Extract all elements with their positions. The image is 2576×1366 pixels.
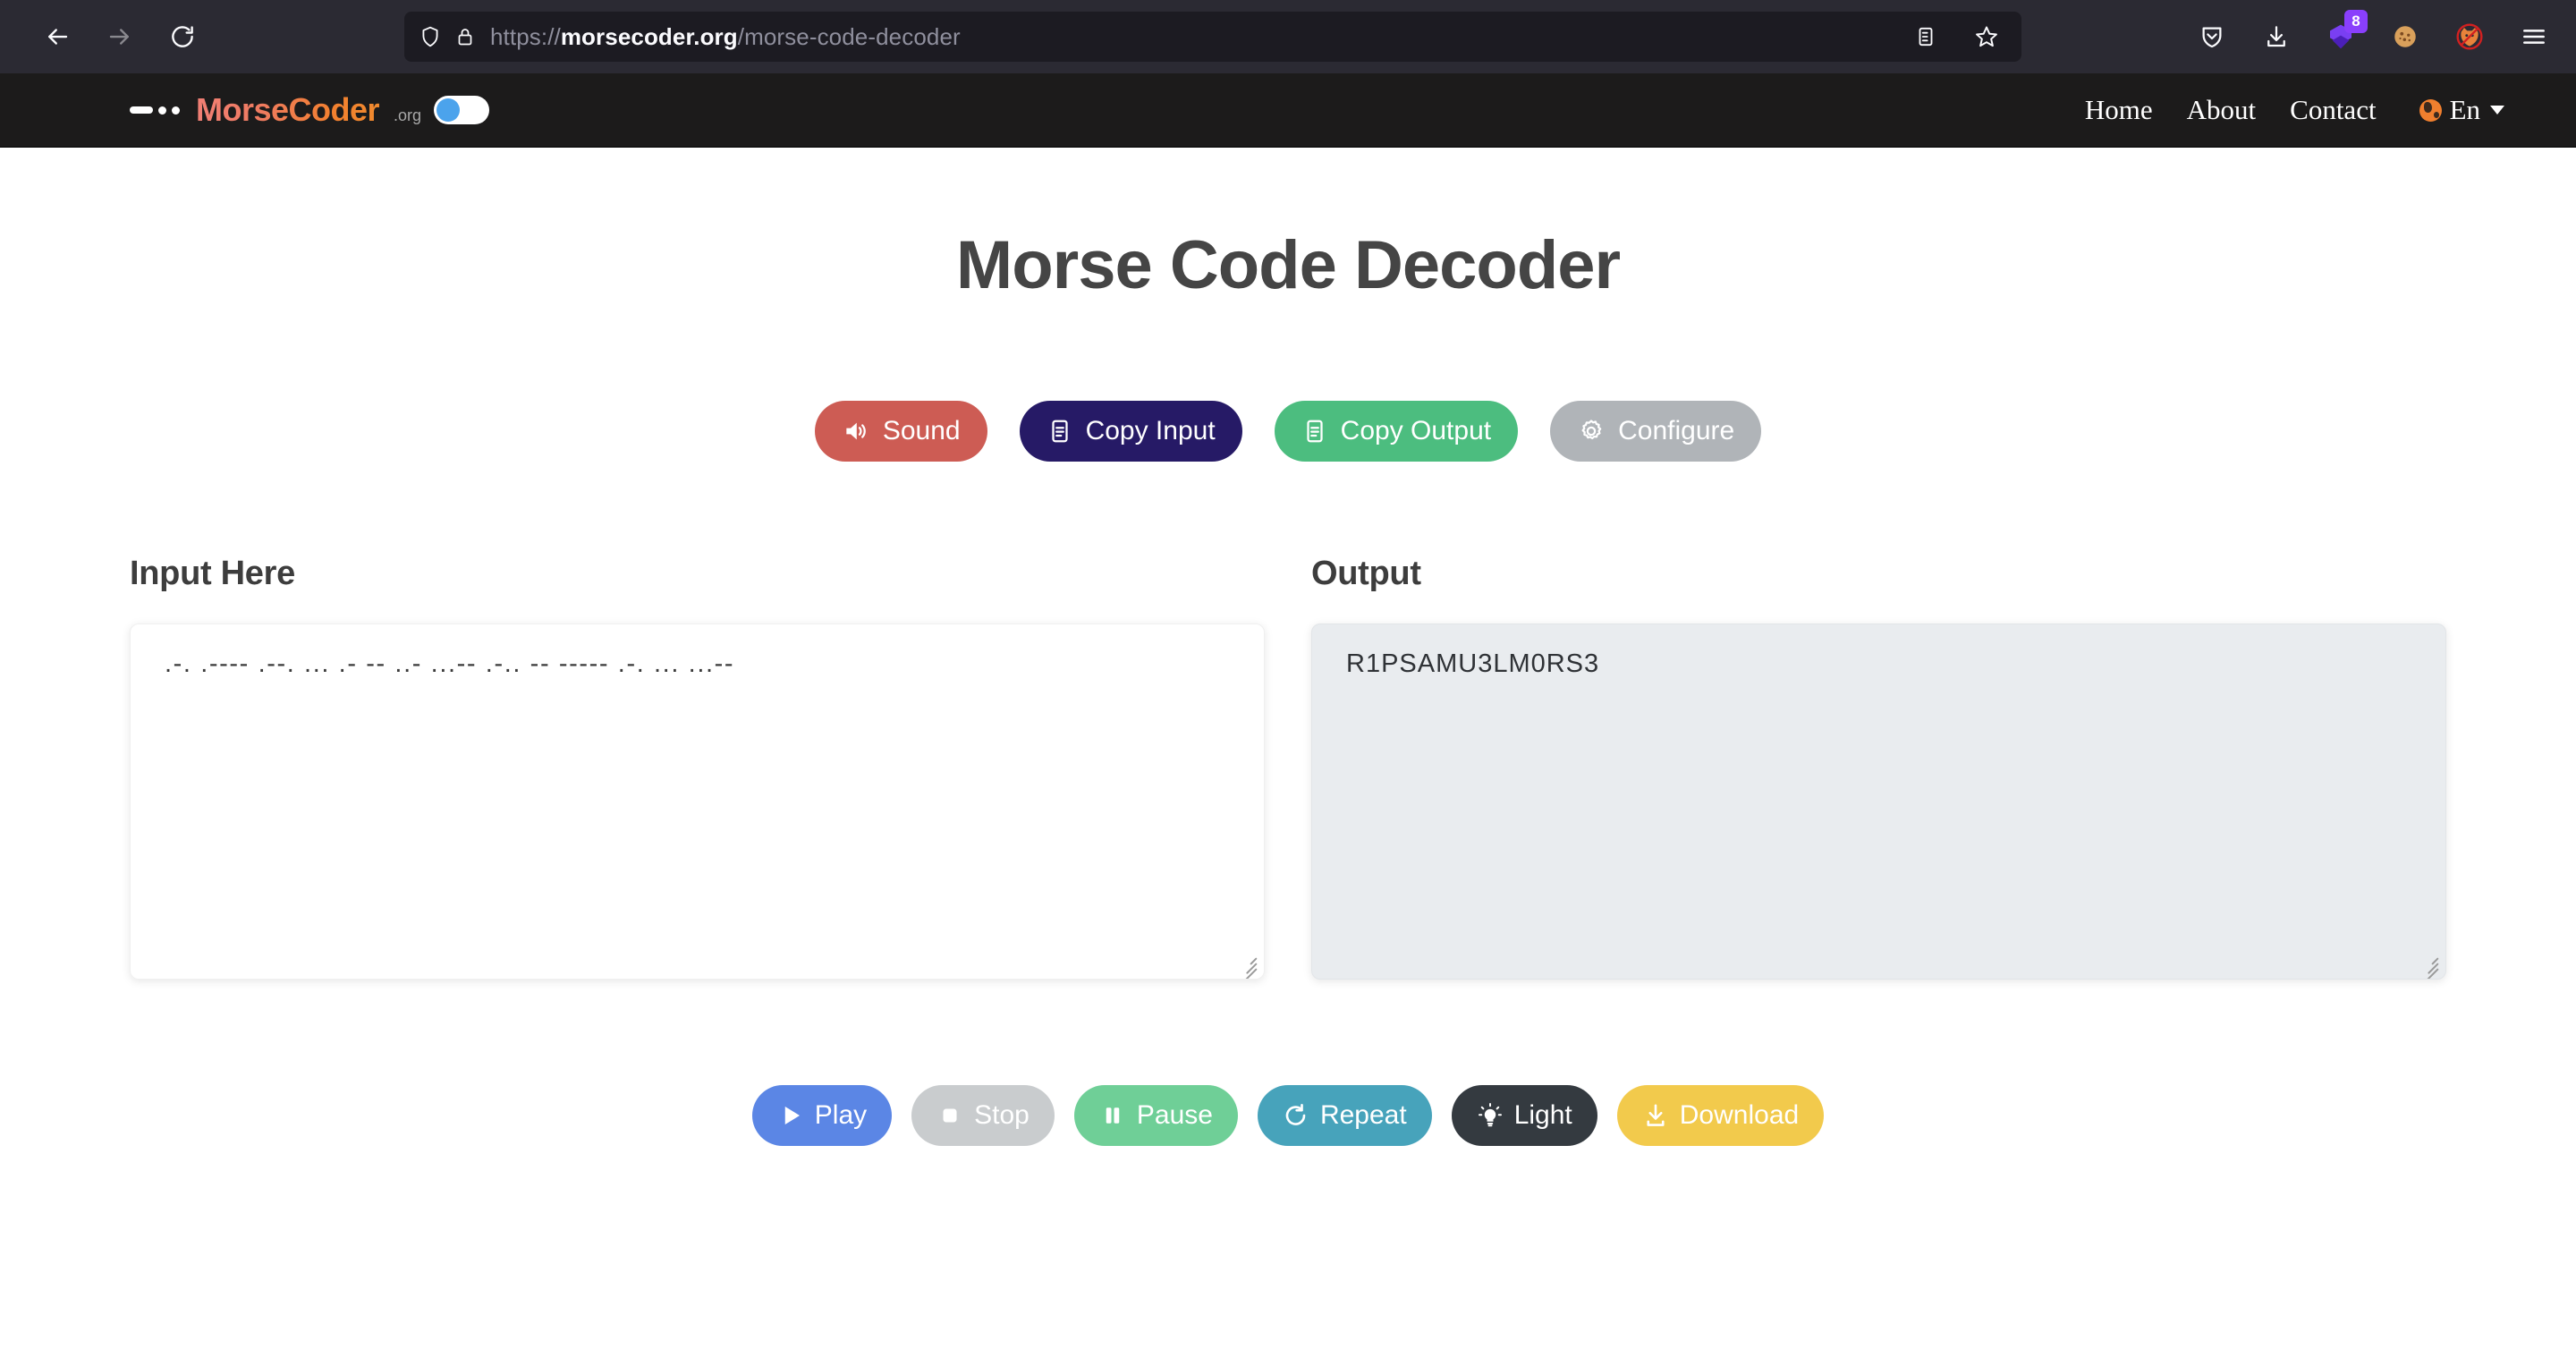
input-textarea-value: .-. .---- .--. ... .- -- ..- ...-- .-.. … [165, 649, 735, 678]
site-nav: Home About Contact En [2085, 94, 2504, 126]
output-label: Output [1311, 555, 1421, 592]
light-button-label: Light [1513, 1100, 1572, 1130]
browser-toolbar: https://morsecoder.org/morse-code-decode… [0, 0, 2576, 73]
browser-nav-buttons [38, 17, 202, 56]
toggle-knob [436, 98, 461, 122]
back-button[interactable] [38, 17, 77, 56]
pause-button-label: Pause [1136, 1100, 1213, 1130]
output-textarea-value: R1PSAMU3LM0RS3 [1346, 649, 1600, 678]
chevron-down-icon [2490, 106, 2504, 115]
play-button-label: Play [814, 1100, 868, 1130]
download-icon [1642, 1102, 1669, 1129]
page-content: Morse Code Decoder Sound Copy Input Copy… [0, 148, 2576, 1146]
brand-name: MorseCoder [196, 91, 380, 128]
download-button[interactable]: Download [1616, 1085, 1825, 1146]
url-host: morsecoder.org [560, 22, 738, 50]
download-button-label: Download [1679, 1100, 1800, 1130]
play-button[interactable]: Play [751, 1085, 893, 1146]
stop-button[interactable]: Stop [911, 1085, 1055, 1146]
pause-icon [1099, 1102, 1126, 1129]
copy-output-button-label: Copy Output [1340, 416, 1492, 445]
input-resize-handle[interactable] [1235, 951, 1258, 979]
site-header: MorseCoder .org Home About Contact En [0, 73, 2576, 148]
stop-icon [936, 1102, 963, 1129]
address-bar-actions [1893, 16, 2007, 57]
dark-mode-toggle[interactable] [434, 96, 490, 124]
url-text: https://morsecoder.org/morse-code-decode… [490, 23, 961, 51]
downloads-icon[interactable] [2256, 16, 2297, 57]
blocked-fox-extension-icon[interactable] [2449, 16, 2490, 57]
sound-button[interactable]: Sound [814, 401, 987, 462]
sound-button-label: Sound [882, 416, 961, 445]
document-icon [1046, 418, 1073, 445]
extension-purple-icon[interactable]: 8 [2320, 10, 2368, 57]
configure-button[interactable]: Configure [1550, 401, 1762, 462]
nav-link-about[interactable]: About [2187, 94, 2257, 126]
lock-icon[interactable] [454, 26, 476, 47]
player-controls-row: Play Stop Pause Repeat Light Download [0, 1085, 2576, 1146]
site-logo[interactable]: MorseCoder .org [130, 91, 421, 129]
nav-link-home[interactable]: Home [2085, 94, 2153, 126]
repeat-button[interactable]: Repeat [1257, 1085, 1432, 1146]
reload-button[interactable] [163, 17, 202, 56]
repeat-button-label: Repeat [1319, 1100, 1407, 1130]
gear-icon [1577, 417, 1606, 445]
morse-dash-dot-dot-icon [130, 106, 180, 115]
configure-button-label: Configure [1618, 416, 1735, 445]
extension-badge-count: 8 [2344, 10, 2368, 33]
url-path: /morse-code-decoder [737, 22, 961, 50]
copy-output-button[interactable]: Copy Output [1274, 401, 1519, 462]
output-textarea[interactable]: R1PSAMU3LM0RS3 [1311, 624, 2446, 980]
reader-view-icon[interactable] [1905, 16, 1946, 57]
play-icon [777, 1102, 804, 1129]
language-selector[interactable]: En [2419, 94, 2504, 126]
browser-extensions-area: 8 [2191, 10, 2555, 57]
stop-button-label: Stop [974, 1100, 1030, 1130]
document-icon [1301, 418, 1328, 445]
repeat-icon [1283, 1102, 1309, 1129]
input-output-row: Input Here .-. .---- .--. ... .- -- ..- … [0, 555, 2576, 980]
nav-link-contact[interactable]: Contact [2290, 94, 2376, 126]
page-title: Morse Code Decoder [955, 227, 1621, 303]
output-resize-handle[interactable] [2417, 951, 2440, 979]
hamburger-menu-icon[interactable] [2513, 16, 2555, 57]
bookmark-star-icon[interactable] [1966, 16, 2007, 57]
globe-icon [2419, 98, 2442, 122]
action-button-row: Sound Copy Input Copy Output Configure [0, 401, 2576, 462]
pause-button[interactable]: Pause [1073, 1085, 1238, 1146]
input-textarea[interactable]: .-. .---- .--. ... .- -- ..- ...-- .-.. … [130, 624, 1265, 980]
bulb-icon [1477, 1102, 1504, 1129]
cookie-extension-icon[interactable] [2385, 16, 2426, 57]
copy-input-button[interactable]: Copy Input [1019, 401, 1242, 462]
output-column: Output R1PSAMU3LM0RS3 [1311, 555, 2446, 980]
tracking-protection-shield-icon[interactable] [419, 25, 442, 48]
speaker-icon [842, 417, 870, 445]
address-bar[interactable]: https://morsecoder.org/morse-code-decode… [404, 12, 2021, 62]
input-label: Input Here [130, 555, 295, 592]
copy-input-button-label: Copy Input [1085, 416, 1216, 445]
light-button[interactable]: Light [1451, 1085, 1597, 1146]
brand-tld: .org [394, 106, 422, 124]
forward-button[interactable] [100, 17, 140, 56]
input-column: Input Here .-. .---- .--. ... .- -- ..- … [130, 555, 1265, 980]
url-prefix: https:// [490, 22, 561, 50]
pocket-save-icon[interactable] [2191, 16, 2233, 57]
language-label: En [2449, 94, 2480, 125]
